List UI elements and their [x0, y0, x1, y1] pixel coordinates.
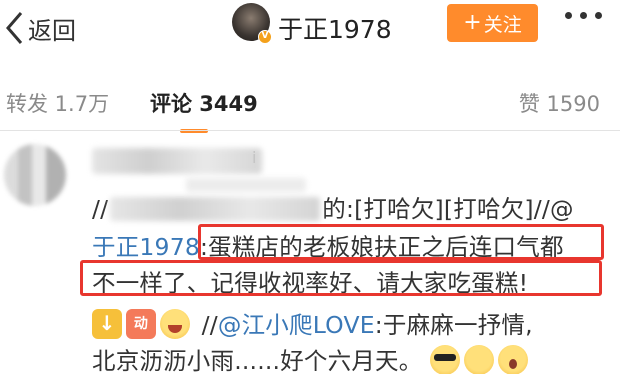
comment-line-3: 不一样了、记得收视率好、请大家吃蛋糕! [92, 264, 528, 298]
sticker-emoji-icon [126, 309, 156, 339]
laugh-emoji-icon [160, 309, 190, 339]
thinking-emoji-icon [464, 345, 495, 374]
chevron-left-icon [6, 12, 23, 44]
tab-comments[interactable]: 评论 3449 [150, 88, 258, 118]
verified-badge-icon: V [258, 30, 272, 44]
user-name[interactable]: 于正1978 [278, 10, 392, 46]
commenter-name-tail: i [252, 148, 257, 167]
comment-line-4: //@江小爬LOVE:于麻麻一抒情, [92, 306, 533, 340]
comment-text: : [200, 233, 209, 261]
sunglasses-emoji-icon [430, 345, 461, 374]
comment-line-1: // 的:[打哈欠][打哈欠]//@ [92, 190, 574, 224]
back-label: 返回 [28, 16, 76, 45]
repost-separator: // [194, 311, 218, 339]
comment-text: 不一样了、记得收视率好、请大家吃蛋糕! [92, 269, 529, 297]
post-stats-tabs: 转发 1.7万 评论 3449 赞 1590 [0, 72, 620, 133]
top-nav-bar: 返回 V 于正1978 + 关注 [0, 0, 620, 62]
comment-text: 北京沥沥小雨......好个六月天。 [92, 347, 423, 374]
comment-text: 的:[打哈欠][打哈欠]//@ [322, 195, 574, 223]
comment-line-2: 于正1978:蛋糕店的老板娘扶正之后连口气都 [92, 228, 564, 262]
blurred-mention[interactable] [110, 197, 321, 221]
comment-text: 蛋糕店的老板娘扶正之后连口气都 [208, 233, 564, 261]
repost-separator: // [92, 195, 109, 223]
scream-emoji-icon [498, 345, 529, 374]
more-options-icon[interactable] [565, 12, 602, 19]
mention-link[interactable]: @江小爬LOVE [218, 311, 375, 339]
comment-text: :于麻麻一抒情, [374, 311, 533, 339]
point-down-emoji-icon [92, 309, 122, 339]
back-button[interactable]: 返回 [4, 8, 76, 48]
tab-reposts[interactable]: 转发 1.7万 [6, 88, 109, 118]
comment-line-5: 北京沥沥小雨......好个六月天。 [92, 342, 532, 374]
divider [0, 130, 620, 131]
plus-icon: + [463, 10, 482, 35]
mention-link[interactable]: 于正1978 [92, 233, 200, 261]
commenter-name-blurred[interactable] [92, 148, 262, 174]
follow-label: 关注 [483, 13, 522, 36]
tab-likes[interactable]: 赞 1590 [519, 88, 600, 118]
follow-button[interactable]: + 关注 [447, 4, 538, 42]
commenter-avatar[interactable] [4, 144, 66, 206]
